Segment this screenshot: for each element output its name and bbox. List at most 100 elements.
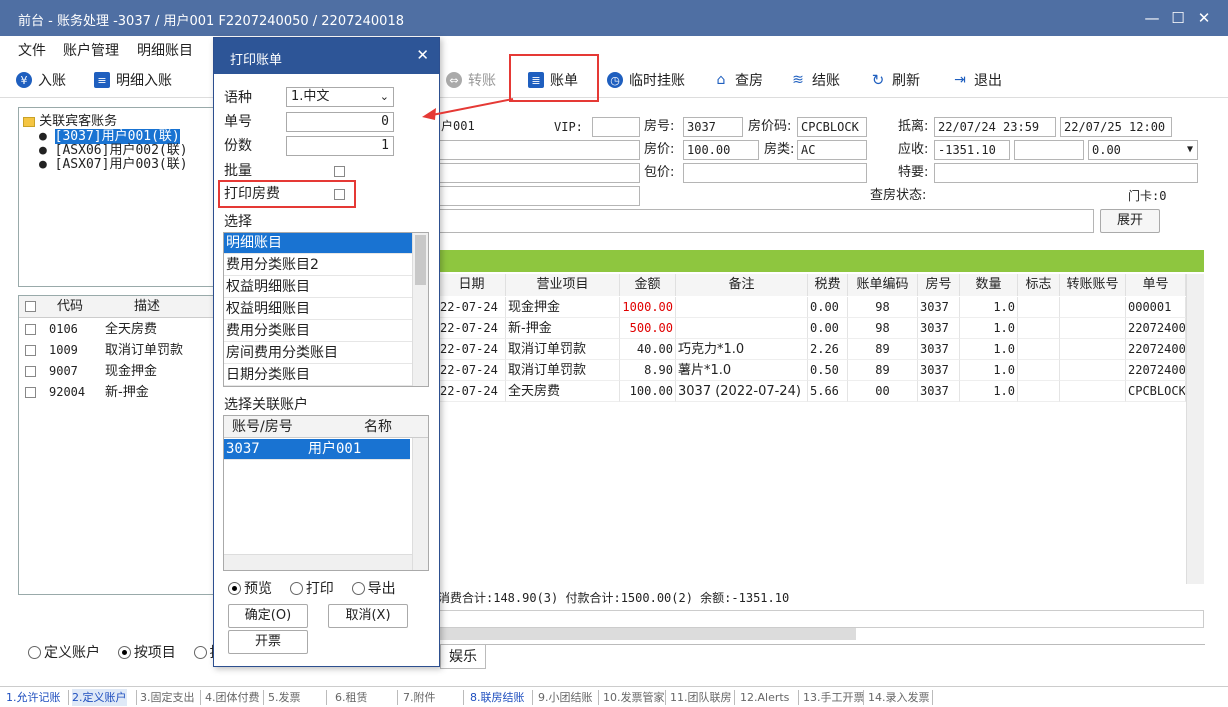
copies-input[interactable]: 1 <box>286 136 394 156</box>
arrive-time-field[interactable]: 22/07/24 23:59 <box>934 117 1056 137</box>
cell-tax: 0.50 <box>808 360 848 381</box>
row-checkbox[interactable] <box>25 324 36 335</box>
menu-account-management[interactable]: 账户管理 <box>63 40 119 60</box>
entry-button[interactable]: ¥ 入账 <box>16 68 66 92</box>
room-type-label: 房类: <box>764 142 795 157</box>
close-icon[interactable]: ✕ <box>416 46 429 64</box>
table-row[interactable]: 22-07-24 现金押金 1000.00 0.00 98 3037 1.0 000001 <box>438 297 1186 318</box>
exit-button[interactable]: ⇥ 退出 <box>952 68 1002 92</box>
bill-no-input[interactable]: 0 <box>286 112 394 132</box>
ok-button[interactable]: 确定(O) <box>228 604 308 628</box>
menu-detail-items[interactable]: 明细账目 <box>137 40 193 60</box>
list-h-scrollbar[interactable] <box>224 554 412 570</box>
list-item[interactable]: 费用分类账目2 <box>224 255 412 276</box>
bottom-nav-item[interactable]: 2.定义账户 <box>72 689 127 706</box>
table-row[interactable]: 22-07-24 取消订单罚款 8.90 薯片*1.0 0.50 89 3037 1.0 220… <box>438 360 1186 381</box>
table-row[interactable]: 0106 全天房费 <box>19 319 217 340</box>
list-scrollbar[interactable] <box>412 438 428 570</box>
list-item[interactable]: 明细账目 <box>224 233 412 254</box>
dialog-title: 打印账单 <box>230 53 283 68</box>
check-room-button[interactable]: ⌂ 查房 <box>713 68 763 92</box>
receivable-field[interactable]: -1351.10 <box>934 140 1010 160</box>
special-request-field[interactable] <box>934 163 1198 183</box>
nav-separator <box>798 690 799 705</box>
cancel-button[interactable]: 取消(X) <box>328 604 408 628</box>
print-room-fee-checkbox[interactable] <box>334 189 345 200</box>
remarks-field[interactable] <box>438 209 1094 233</box>
radio-export[interactable]: 导出 <box>351 581 396 597</box>
language-select[interactable]: 1.中文 ⌄ <box>286 87 394 107</box>
list-scrollbar[interactable] <box>412 233 428 386</box>
table-row[interactable]: 22-07-24 新-押金 500.00 0.00 98 3037 1.0 22072400 <box>438 318 1186 339</box>
info-field[interactable] <box>1014 140 1084 160</box>
horizontal-scrollbar[interactable] <box>438 628 856 640</box>
cell-bill-code: 89 <box>848 360 918 381</box>
maximize-icon[interactable]: ☐ <box>1166 6 1190 30</box>
table-row[interactable]: 22-07-24 全天房费 100.00 3037 (2022-07-24) 5.66 0… <box>438 381 1186 402</box>
transfer-button[interactable]: ⇔ 转账 <box>446 68 496 92</box>
vip-field[interactable] <box>592 117 640 137</box>
depart-time-field[interactable]: 22/07/25 12:00 <box>1060 117 1172 137</box>
tab-entertainment[interactable]: 娱乐 <box>440 645 486 669</box>
bottom-nav-item[interactable]: 9.小团结账 <box>538 689 593 706</box>
refresh-button[interactable]: ↻ 刷新 <box>870 68 920 92</box>
bottom-nav-item[interactable]: 12.Alerts <box>740 689 789 706</box>
scrollbar-thumb[interactable] <box>415 235 426 285</box>
row-checkbox[interactable] <box>25 345 36 356</box>
bottom-nav-item[interactable]: 7.附件 <box>403 689 436 706</box>
list-item[interactable]: 房间费用分类账目 <box>224 343 412 364</box>
room-type-field[interactable]: AC <box>797 140 867 160</box>
batch-checkbox[interactable] <box>334 166 345 177</box>
grid-scrollbar[interactable] <box>1186 274 1204 584</box>
table-row[interactable]: 92004 新-押金 <box>19 382 217 403</box>
info-field[interactable] <box>438 140 640 160</box>
radio-preview[interactable]: 预览 <box>228 581 272 597</box>
select-all-checkbox[interactable] <box>25 301 36 312</box>
radio-by-item[interactable]: 按项目 <box>117 645 176 661</box>
expand-button[interactable]: 展开 <box>1100 209 1160 233</box>
minimize-icon[interactable]: — <box>1140 6 1164 30</box>
bottom-nav-item[interactable]: 13.手工开票 <box>803 689 865 706</box>
cell-flag <box>1018 318 1060 339</box>
bottom-nav-item[interactable]: 14.录入发票 <box>868 689 930 706</box>
app-window: 前台 - 账务处理 -3037 / 用户001 F2207240050 / 22… <box>0 0 1228 707</box>
list-item[interactable]: 3037 用户001 <box>224 439 410 460</box>
list-item[interactable]: 日期分类账目 <box>224 365 412 386</box>
info-field[interactable] <box>438 163 640 183</box>
menu-file[interactable]: 文件 <box>18 40 46 60</box>
table-row[interactable]: 22-07-24 取消订单罚款 40.00 巧克力*1.0 2.26 89 3037 1.0 2… <box>438 339 1186 360</box>
list-item[interactable]: 权益明细账目 <box>224 277 412 298</box>
radio-define-account[interactable]: 定义账户 <box>28 645 100 661</box>
bottom-nav-item[interactable]: 11.团队联房 <box>670 689 732 706</box>
cell-note: 3037 (2022-07-24) <box>676 381 808 402</box>
row-checkbox[interactable] <box>25 387 36 398</box>
rate-code-field[interactable]: CPCBLOCK <box>797 117 867 137</box>
package-field[interactable] <box>683 163 867 183</box>
bottom-nav-item[interactable]: 10.发票管家 <box>603 689 665 706</box>
amount-select[interactable]: 0.00 ▼ <box>1088 140 1198 160</box>
close-icon[interactable]: ✕ <box>1192 6 1216 30</box>
bottom-nav-item[interactable]: 3.固定支出 <box>140 689 195 706</box>
radio-print[interactable]: 打印 <box>289 581 334 597</box>
bottom-nav-item[interactable]: 1.允许记账 <box>6 689 61 706</box>
invoice-button[interactable]: 开票 <box>228 630 308 654</box>
list-item[interactable]: 费用分类账目 <box>224 321 412 342</box>
related-accounts-tree: 关联宾客账务 ● [3037]用户001(联) ● [ASX06]用户002(联… <box>18 107 218 287</box>
bottom-nav-item[interactable]: 8.联房结账 <box>470 689 525 706</box>
temp-hold-button[interactable]: ◷ 临时挂账 <box>607 68 685 92</box>
bottom-nav-item[interactable]: 5.发票 <box>268 689 301 706</box>
table-row[interactable]: 9007 现金押金 <box>19 361 217 382</box>
tree-item[interactable]: ● [ASX07]用户003(联) <box>39 153 188 172</box>
list-item[interactable]: 权益明细账目 <box>224 299 412 320</box>
row-checkbox[interactable] <box>25 366 36 377</box>
bottom-nav-item[interactable]: 4.团体付费 <box>205 689 260 706</box>
rate-field[interactable]: 100.00 <box>683 140 759 160</box>
checkout-button[interactable]: ≋ 结账 <box>790 68 840 92</box>
grid-footer-field[interactable] <box>438 610 1204 628</box>
package-label: 包价: <box>644 165 675 180</box>
bottom-nav-item[interactable]: 6.租赁 <box>335 689 368 706</box>
info-field[interactable] <box>438 186 640 206</box>
table-row[interactable]: 1009 取消订单罚款 <box>19 340 217 361</box>
detail-entry-button[interactable]: ≡ 明细入账 <box>94 68 172 92</box>
room-no-field[interactable]: 3037 <box>683 117 743 137</box>
